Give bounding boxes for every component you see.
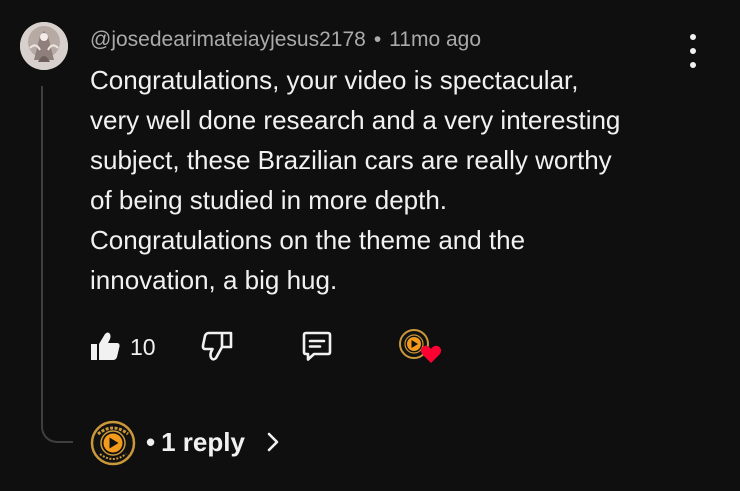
comment-line: innovation, a big hug.	[90, 265, 338, 295]
comment-line: of being studied in more depth.	[90, 185, 448, 215]
author-handle[interactable]: @josedearimateiayjesus2178	[90, 28, 366, 51]
reply-button[interactable]	[300, 330, 334, 367]
comment-text: Congratulations, your video is spectacul…	[90, 60, 700, 300]
reply-thread-line	[41, 86, 73, 443]
vertical-dots-icon	[690, 34, 696, 40]
dislike-button[interactable]	[200, 330, 234, 367]
comment-line: very well done research and a very inter…	[90, 105, 621, 135]
chevron-right-icon	[267, 432, 279, 452]
header-separator: •	[373, 28, 382, 51]
replies-separator: •	[146, 427, 156, 457]
comment-line: subject, these Brazilian cars are really…	[90, 145, 612, 175]
comment-timestamp[interactable]: 11mo ago	[389, 28, 481, 51]
like-button[interactable]	[88, 330, 122, 367]
comment-line: Congratulations on the theme and the	[90, 225, 526, 255]
creator-avatar	[90, 420, 136, 466]
thumbs-up-icon	[91, 332, 120, 360]
author-avatar[interactable]	[20, 22, 68, 70]
replies-count-text: 1 reply	[161, 427, 245, 457]
replies-label: • 1 reply	[146, 427, 245, 458]
comment-line: Congratulations, your video is spectacul…	[90, 65, 579, 95]
like-count: 10	[130, 334, 156, 360]
comment-header: @josedearimateiayjesus2178 • 11mo ago	[90, 28, 481, 52]
creator-heart-icon	[420, 345, 442, 363]
reply-comment-icon	[302, 331, 332, 361]
thumbs-down-icon	[201, 331, 233, 361]
creator-heart-badge	[398, 326, 444, 370]
comment-action-bar: 10	[88, 326, 448, 370]
